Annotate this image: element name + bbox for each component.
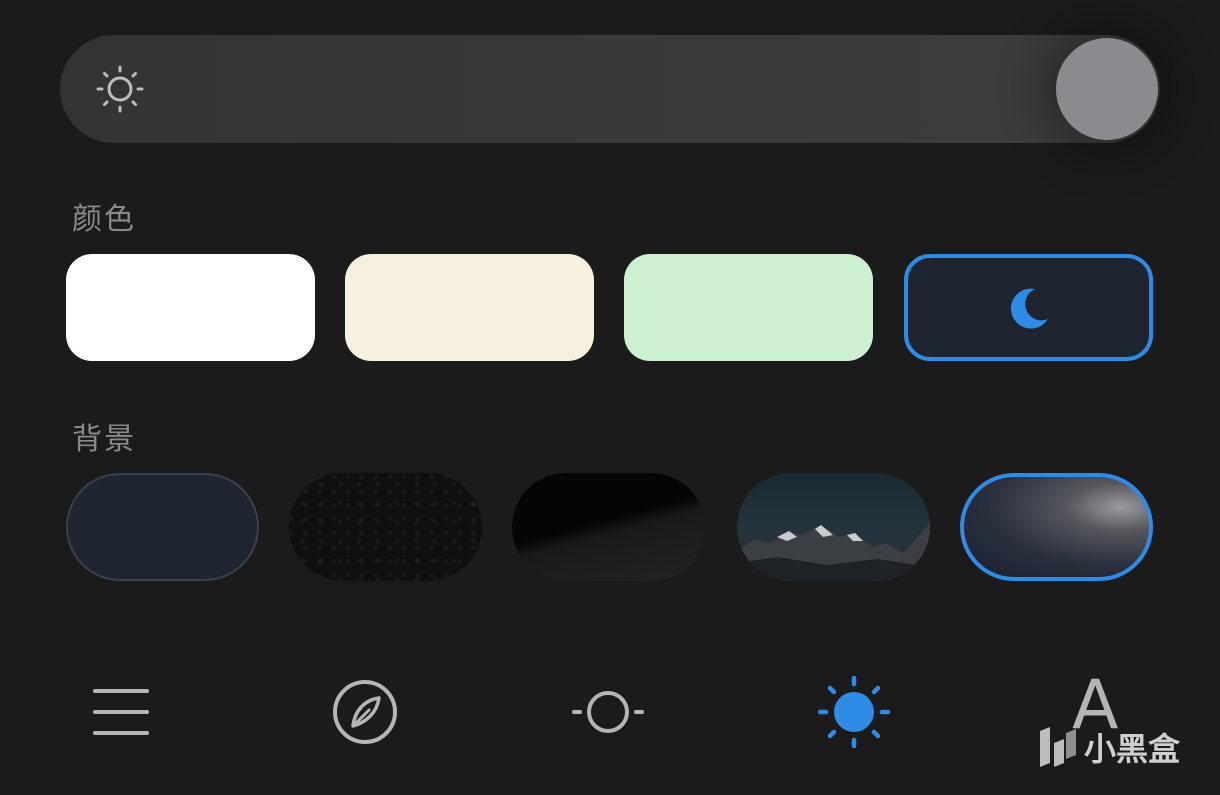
background-option-texture[interactable] — [289, 473, 482, 581]
color-swatch-dark[interactable] — [904, 254, 1153, 361]
circle-indicator-icon[interactable] — [572, 676, 644, 748]
background-section-label: 背景 — [72, 422, 136, 457]
background-option-mountain[interactable] — [737, 473, 930, 581]
xiaoheihe-logo-icon — [1040, 727, 1076, 767]
color-swatch-cream[interactable] — [345, 254, 594, 361]
background-option-night-clouds[interactable] — [960, 473, 1153, 581]
moon-icon — [1010, 288, 1048, 329]
sun-outline-icon — [96, 65, 144, 113]
compass-icon[interactable] — [329, 676, 401, 748]
watermark-text: 小黑盒 — [1084, 730, 1181, 768]
mountain-image — [737, 523, 930, 581]
colors-section-label: 颜色 — [72, 202, 136, 237]
background-option-dune[interactable] — [512, 473, 705, 581]
brightness-slider[interactable] — [60, 35, 1160, 143]
menu-icon[interactable] — [85, 676, 157, 748]
color-swatch-white[interactable] — [66, 254, 315, 361]
slider-knob[interactable] — [1056, 38, 1158, 140]
sun-filled-icon[interactable] — [818, 676, 890, 748]
color-swatch-green[interactable] — [624, 254, 873, 361]
watermark: 小黑盒 — [1036, 724, 1180, 770]
background-option-solid[interactable] — [66, 473, 259, 581]
